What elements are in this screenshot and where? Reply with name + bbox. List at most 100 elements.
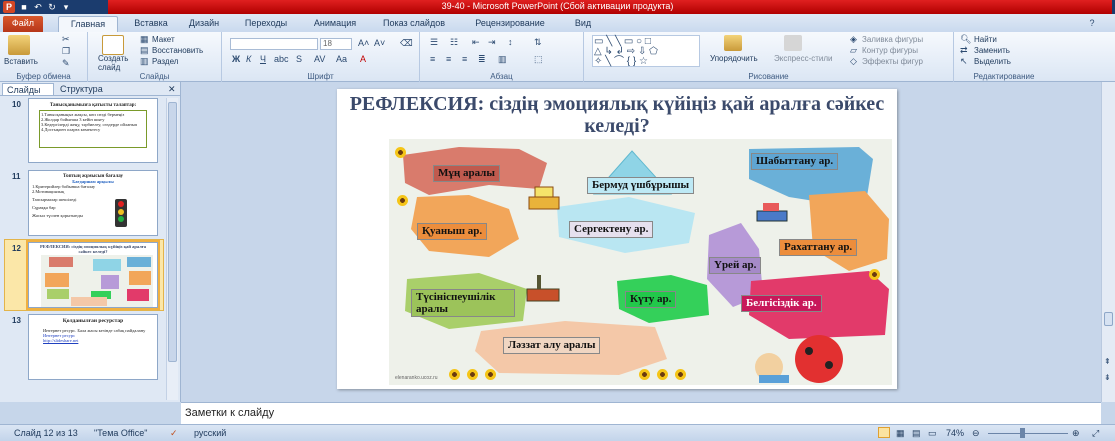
cut-icon[interactable]: ✂ xyxy=(62,34,70,45)
font-size-combo[interactable]: 18 xyxy=(320,38,352,50)
quick-styles-icon[interactable] xyxy=(784,35,802,51)
shrink-font-icon[interactable]: A˅ xyxy=(374,38,385,48)
grow-font-icon[interactable]: A˄ xyxy=(358,38,369,48)
slide-thumbnail-11[interactable]: Топтың жұмысын бағалау Бағдаршам арқылы … xyxy=(28,170,158,236)
smartart-icon[interactable]: ⬚ xyxy=(534,54,543,65)
tab-transitions[interactable]: Переходы xyxy=(236,16,296,32)
label-waiting-island[interactable]: Күту ар. xyxy=(625,291,677,308)
prev-slide-icon[interactable]: ⇞ xyxy=(1104,358,1111,366)
slide-vertical-scrollbar[interactable]: ⇞ ⇟ xyxy=(1101,82,1115,402)
underline-icon[interactable]: Ч xyxy=(260,54,266,64)
tab-home[interactable]: Главная xyxy=(58,16,118,32)
tab-insert[interactable]: Вставка xyxy=(124,16,178,32)
slide-thumbnail-10[interactable]: Танысқанымызға қатысты талаптар: 1.Таныс… xyxy=(28,98,158,163)
tab-review[interactable]: Рецензирование xyxy=(462,16,558,32)
new-slide-button[interactable]: Создать слайд xyxy=(98,54,138,72)
shape-effects-button[interactable]: Эффекты фигур xyxy=(862,57,923,66)
change-case-icon[interactable]: Aa xyxy=(336,54,347,64)
notes-pane[interactable]: Заметки к слайду xyxy=(181,402,1101,424)
help-icon[interactable]: ? xyxy=(1085,16,1099,32)
quick-styles-button[interactable]: Экспресс-стили xyxy=(774,54,833,63)
paste-icon[interactable] xyxy=(8,35,30,55)
font-color-icon[interactable]: A xyxy=(360,54,366,64)
scroll-thumb[interactable] xyxy=(1104,312,1113,326)
slide-thumbnail-13[interactable]: Қолданылған ресурстар Интернет ресурс. Б… xyxy=(28,314,158,380)
slide-sorter-icon[interactable]: ▦ xyxy=(896,428,905,439)
find-button[interactable]: Найти xyxy=(974,35,997,44)
arrange-button[interactable]: Упорядочить xyxy=(710,54,758,63)
label-joy-island[interactable]: Қуаныш ар. xyxy=(417,223,488,240)
zoom-out-icon[interactable]: ⊖ xyxy=(972,428,980,439)
copy-icon[interactable]: ❐ xyxy=(62,46,70,57)
align-center-icon[interactable]: ≡ xyxy=(446,54,451,64)
line-spacing-icon[interactable]: ↕ xyxy=(508,37,513,47)
format-painter-icon[interactable]: ✎ xyxy=(62,58,70,69)
justify-icon[interactable]: ≣ xyxy=(478,54,486,65)
close-panel-icon[interactable]: ✕ xyxy=(164,83,178,95)
window-title: 39-40 - Microsoft PowerPoint (Сбой актив… xyxy=(441,1,674,11)
slides-panel-scrollbar[interactable] xyxy=(166,98,178,400)
theme-name[interactable]: "Тема Office" xyxy=(94,428,147,438)
align-left-icon[interactable]: ≡ xyxy=(430,54,435,64)
reset-button[interactable]: Восстановить xyxy=(152,46,203,55)
char-spacing-icon[interactable]: AV xyxy=(314,54,325,64)
shape-fill-button[interactable]: Заливка фигуры xyxy=(862,35,923,44)
slide-number: 13 xyxy=(12,316,21,325)
label-misunderstanding-island[interactable]: Түсініспеушілік аралы xyxy=(411,289,515,317)
strikethrough-icon[interactable]: abc xyxy=(274,54,289,64)
zoom-level[interactable]: 74% xyxy=(946,428,964,438)
fit-to-window-icon[interactable]: ⤢ xyxy=(1092,428,1099,439)
tab-file[interactable]: Файл xyxy=(3,16,43,32)
tab-outline[interactable]: Структура xyxy=(56,83,118,95)
language-indicator[interactable]: русский xyxy=(194,428,226,438)
label-fear-island[interactable]: Үрей ар. xyxy=(709,257,762,274)
shape-outline-button[interactable]: Контур фигуры xyxy=(862,46,918,55)
spellcheck-icon[interactable]: ✓ xyxy=(170,428,178,439)
columns-icon[interactable]: ▥ xyxy=(498,54,507,65)
tab-design[interactable]: Дизайн xyxy=(180,16,228,32)
clear-format-icon[interactable]: ⌫ xyxy=(400,38,413,49)
bold-icon[interactable]: Ж xyxy=(232,54,240,64)
shadow-icon[interactable]: S xyxy=(296,54,302,64)
tab-slides[interactable]: Слайды xyxy=(2,83,54,95)
slide-thumbnail-12[interactable]: РЕФЛЕКСИЯ: сіздің эмоциялық күйіңіз қай … xyxy=(26,240,160,310)
tab-animation[interactable]: Анимация xyxy=(304,16,366,32)
select-button[interactable]: Выделить xyxy=(974,57,1011,66)
reading-view-icon[interactable]: ▤ xyxy=(912,428,921,439)
current-slide[interactable]: РЕФЛЕКСИЯ: сіздің эмоциялық күйіңіз қай … xyxy=(337,89,897,389)
tab-slideshow[interactable]: Показ слайдов xyxy=(374,16,454,32)
label-bermuda-triangle[interactable]: Бермуд үшбұрышы xyxy=(587,177,695,194)
label-inspiration-island[interactable]: Шабыттану ар. xyxy=(751,153,839,170)
decrease-indent-icon[interactable]: ⇤ xyxy=(472,37,480,48)
bullets-icon[interactable]: ☰ xyxy=(430,37,438,48)
new-slide-icon[interactable] xyxy=(102,35,124,55)
arrange-icon[interactable] xyxy=(724,35,742,51)
label-pleasure-island[interactable]: Рахаттану ар. xyxy=(779,239,858,256)
sunflower-icon xyxy=(395,147,406,158)
next-slide-icon[interactable]: ⇟ xyxy=(1104,374,1111,382)
section-button[interactable]: Раздел xyxy=(152,57,178,66)
tab-view[interactable]: Вид xyxy=(566,16,600,32)
numbering-icon[interactable]: ☷ xyxy=(450,37,458,48)
layout-button[interactable]: Макет xyxy=(152,35,175,44)
text-direction-icon[interactable]: ⇅ xyxy=(534,37,542,48)
scroll-thumb[interactable] xyxy=(168,102,177,362)
slide-title[interactable]: РЕФЛЕКСИЯ: сіздің эмоциялық күйіңіз қай … xyxy=(337,93,897,137)
italic-icon[interactable]: К xyxy=(246,54,251,64)
sunflower-icon xyxy=(675,369,686,380)
label-refresh-island[interactable]: Сергектену ар. xyxy=(569,221,654,238)
normal-view-icon[interactable] xyxy=(878,427,890,438)
paste-button[interactable]: Вставить xyxy=(4,57,38,66)
zoom-slider[interactable] xyxy=(988,433,1068,434)
shapes-gallery[interactable]: ▭ ╲ ╲ ▭ ○ □ △ ↳ ↲ ⇨ ⇩ ⬠ ✧ ╲ ⌒ { } ☆ xyxy=(592,35,700,67)
replace-button[interactable]: Заменить xyxy=(974,46,1010,55)
label-delight-island[interactable]: Ләззат алу аралы xyxy=(503,337,601,354)
font-name-combo[interactable] xyxy=(230,38,318,50)
increase-indent-icon[interactable]: ⇥ xyxy=(488,37,496,48)
label-sad-island[interactable]: Мұң аралы xyxy=(433,165,500,182)
zoom-in-icon[interactable]: ⊕ xyxy=(1072,428,1080,439)
align-right-icon[interactable]: ≡ xyxy=(462,54,467,64)
slideshow-icon[interactable]: ▭ xyxy=(928,428,937,439)
zoom-slider-thumb[interactable] xyxy=(1020,428,1025,438)
label-uncertainty-island[interactable]: Белгісіздік ар. xyxy=(741,295,822,312)
